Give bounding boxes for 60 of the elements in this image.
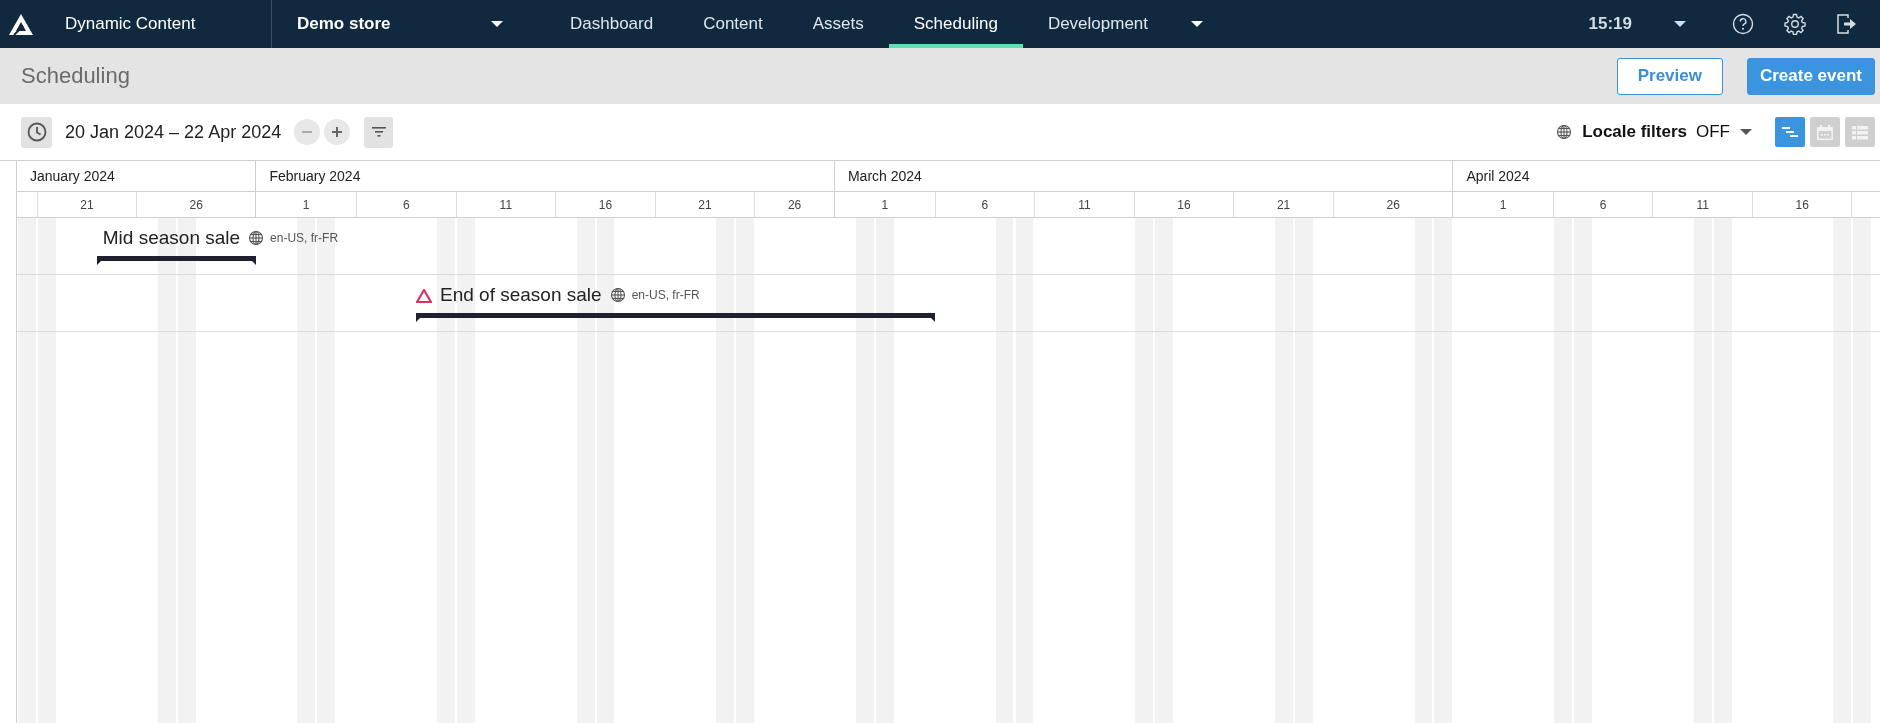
- locale-filters-value[interactable]: OFF: [1696, 122, 1730, 142]
- filter-button[interactable]: [364, 116, 394, 148]
- day-label: 26: [136, 192, 256, 217]
- nav-tab[interactable]: Assets: [787, 0, 889, 48]
- day-label: 21: [654, 192, 755, 217]
- day-label: 11: [1652, 192, 1752, 217]
- page-title: Scheduling: [21, 63, 131, 89]
- list-icon: [1851, 123, 1869, 141]
- day-label: 21: [1233, 192, 1333, 217]
- event-name[interactable]: End of season sale: [440, 284, 602, 306]
- calendar-icon: [1816, 123, 1834, 141]
- event-locales: en-US, fr-FR: [270, 231, 339, 245]
- caret-icon[interactable]: [1740, 129, 1752, 135]
- event-name[interactable]: Mid season sale: [102, 227, 241, 249]
- caret-icon[interactable]: [1674, 21, 1686, 27]
- day-label: 26: [1332, 192, 1453, 217]
- month-label: April 2024: [1453, 161, 1880, 192]
- caret-icon[interactable]: [491, 21, 503, 27]
- day-label: 6: [1552, 192, 1653, 217]
- history-button[interactable]: [21, 116, 52, 148]
- help-icon[interactable]: [1732, 13, 1754, 35]
- day-label: 26: [754, 192, 834, 217]
- clock-icon: [26, 122, 47, 142]
- locale-filters-label: Locale filters: [1582, 122, 1687, 142]
- day-label: 1: [1498, 196, 1508, 214]
- day-label: 11: [455, 192, 556, 217]
- month-label: January 2024: [17, 161, 256, 192]
- day-label: 1: [880, 196, 890, 214]
- nav-tab[interactable]: Content: [678, 0, 788, 48]
- day-label: 16: [1133, 192, 1234, 217]
- globe-icon: [248, 230, 265, 246]
- event-locales: en-US, fr-FR: [631, 288, 700, 302]
- globe-icon: [1556, 124, 1573, 140]
- nav-tab[interactable]: Development: [1022, 0, 1174, 48]
- settings-icon[interactable]: [1784, 13, 1806, 35]
- filter-icon: [371, 127, 386, 137]
- month-label: March 2024: [834, 161, 1453, 192]
- warning-icon: [416, 287, 432, 303]
- day-label: 1: [301, 196, 311, 214]
- app-name: Dynamic Content: [65, 14, 196, 34]
- event-bar[interactable]: [416, 313, 935, 322]
- event-bar[interactable]: [96, 256, 257, 265]
- day-label: 11: [1034, 192, 1134, 217]
- nav-tab[interactable]: Dashboard: [545, 0, 679, 48]
- store-selector[interactable]: Demo store: [297, 14, 391, 34]
- app-logo-icon[interactable]: [8, 12, 34, 36]
- date-range: 20 Jan 2024 – 22 Apr 2024: [65, 121, 282, 143]
- timeline-view-button[interactable]: [1775, 117, 1805, 147]
- zoom-in-button[interactable]: [324, 119, 351, 145]
- plus-icon: [332, 127, 343, 137]
- caret-icon[interactable]: [1191, 21, 1204, 27]
- clock-time: 15:19: [1588, 14, 1632, 34]
- day-label: 6: [934, 192, 1035, 217]
- logout-icon[interactable]: [1836, 13, 1858, 35]
- day-label: 21: [36, 192, 137, 217]
- globe-icon: [609, 287, 626, 303]
- day-label: 16: [1751, 192, 1852, 217]
- month-label: February 2024: [256, 161, 834, 192]
- day-label: 6: [355, 192, 456, 217]
- day-label: 16: [555, 192, 655, 217]
